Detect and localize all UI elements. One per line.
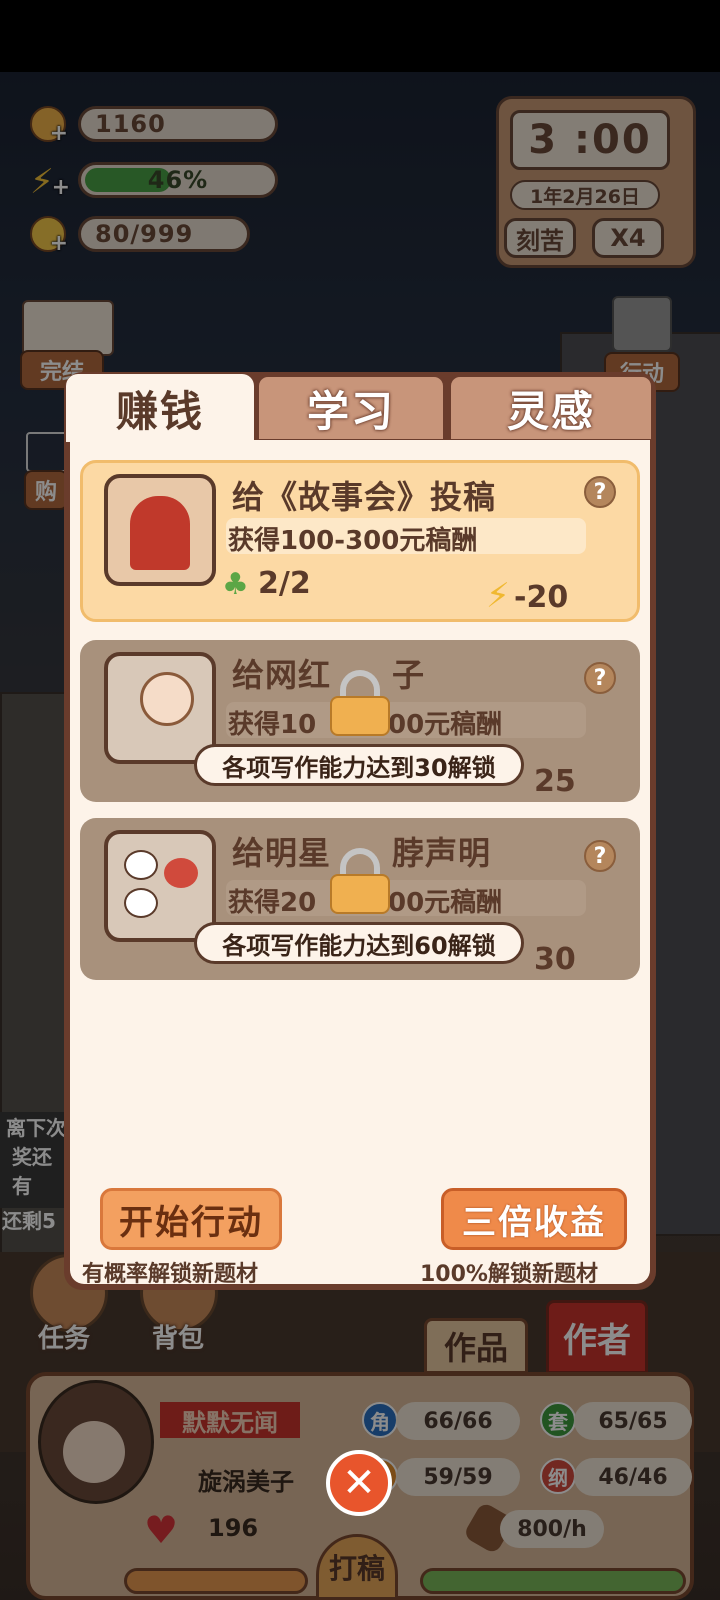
task-reward-right: 00元稿酬 [388,710,503,740]
task-reward-left: 获得20 [228,888,317,918]
task-title-left: 给明星 [232,834,332,872]
triple-hint: 100%解锁新题材 [420,1262,598,1287]
tab-earn-money[interactable]: 赚钱 [66,374,254,442]
task-reward: 获得100-300元稿酬 [228,526,478,556]
celebrity-thumbnail [104,830,216,942]
task-title: 给《故事会》投稿 [232,478,497,516]
start-hint: 有概率解锁新题材 [82,1262,259,1287]
influencer-thumbnail [104,652,216,764]
padlock-body [330,696,390,736]
triple-reward-button[interactable]: 三倍收益 [441,1188,627,1250]
padlock-body [330,874,390,914]
heart-bubble-icon [124,888,158,918]
unlock-tooltip: 各项写作能力达到30解锁 [194,744,524,786]
help-icon[interactable]: ? [584,840,616,872]
task-title-right: 子 [392,656,426,694]
question-bubble-icon [124,850,158,880]
clover-icon: ♣ [222,567,249,602]
bird-icon [164,858,198,888]
task-reward-right: 00元稿酬 [388,888,503,918]
help-icon[interactable]: ? [584,476,616,508]
energy-cost-icon: ⚡ [486,576,510,616]
task-reward-left: 获得10 [228,710,317,740]
tab-study[interactable]: 学习 [256,374,446,442]
task-count: 2/2 [258,566,311,601]
padlock-icon [330,670,390,736]
energy-cost: 25 [534,764,576,799]
mailbox-icon [130,496,190,570]
status-bar [0,0,720,72]
help-icon[interactable]: ? [584,662,616,694]
start-action-button[interactable]: 开始行动 [100,1188,282,1250]
unlock-tooltip: 各项写作能力达到60解锁 [194,922,524,964]
task-title-left: 给网红 [232,656,332,694]
task-title-right: 脖声明 [392,834,492,872]
tab-inspiration[interactable]: 灵感 [448,374,654,442]
influencer-face-icon [140,672,194,726]
energy-cost: -20 [514,580,569,615]
padlock-icon [330,848,390,914]
mailbox-thumbnail [104,474,216,586]
energy-cost: 30 [534,942,576,977]
close-icon[interactable]: ✕ [326,1450,392,1516]
